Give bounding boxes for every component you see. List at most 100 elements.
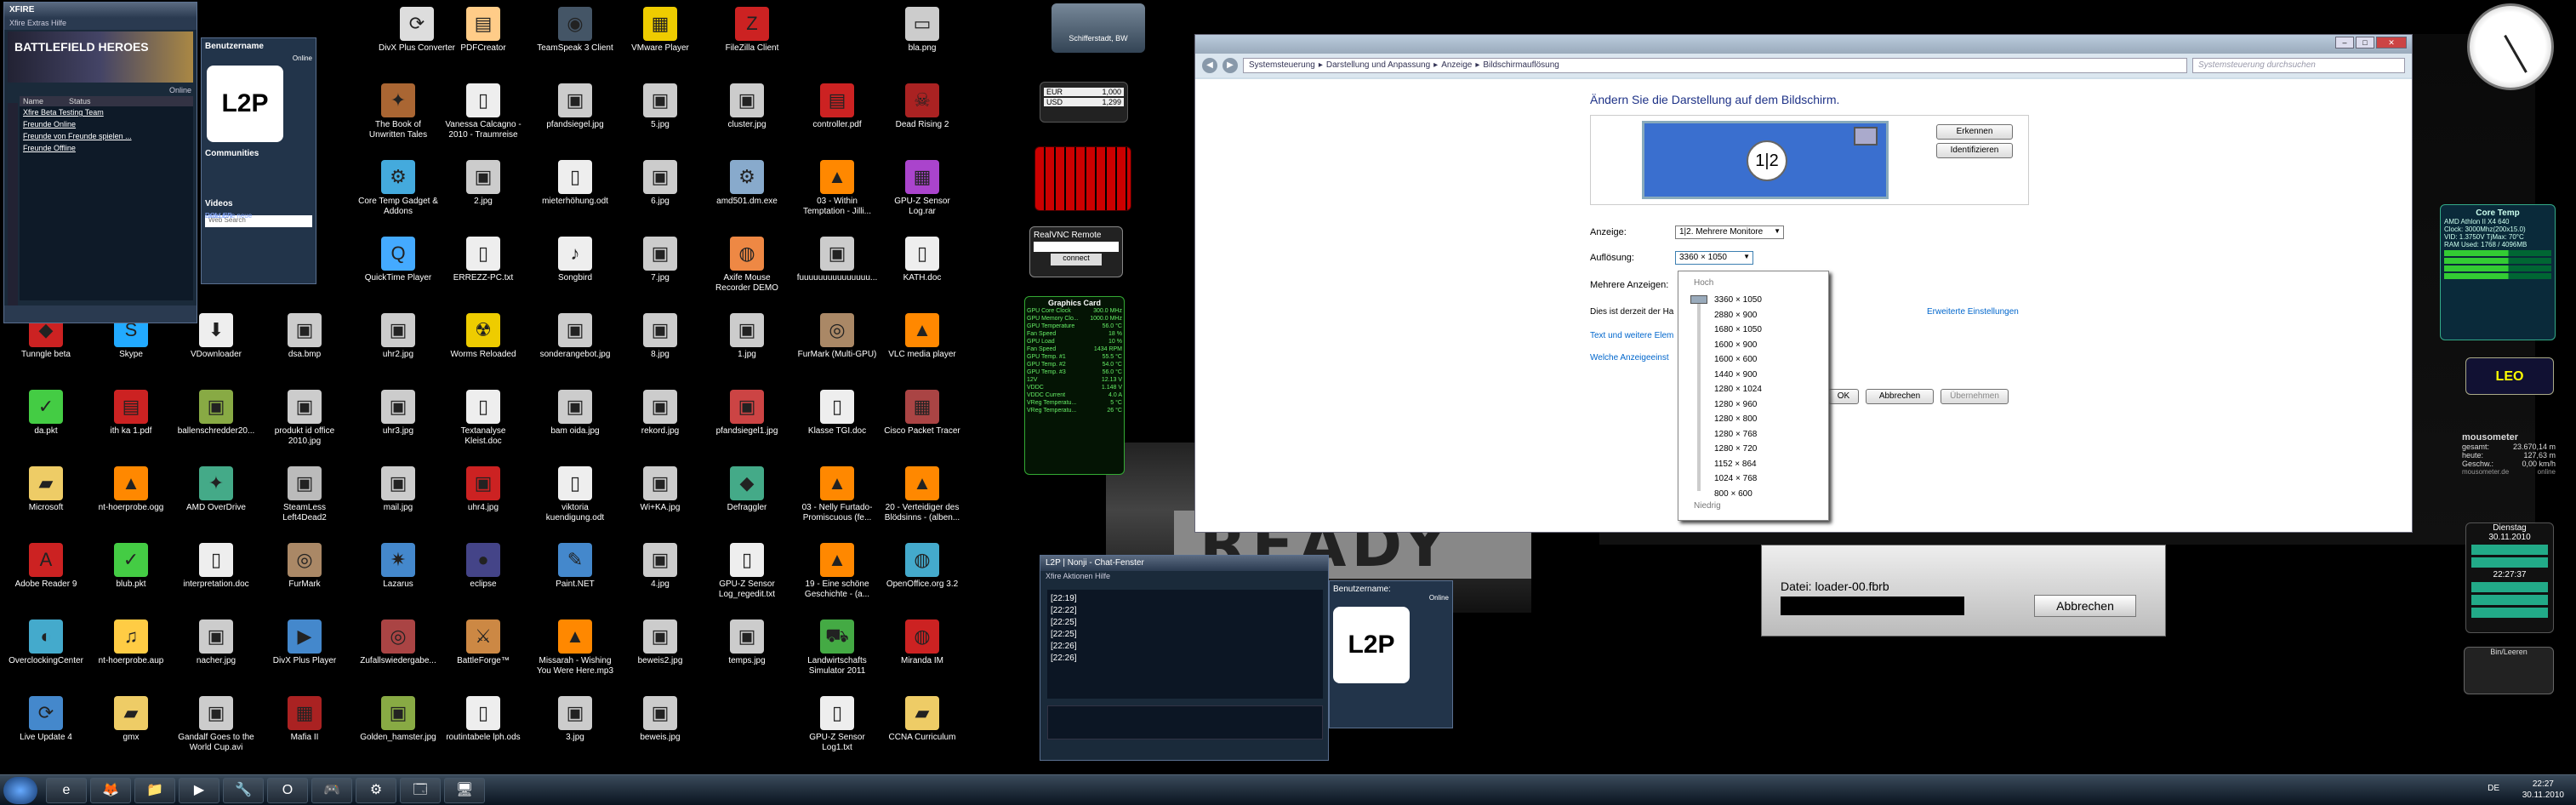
desktop-icon[interactable]: ▤ ith ka 1.pdf [90, 388, 172, 461]
desktop-icon[interactable]: ▯ KATH.doc [881, 235, 963, 308]
desktop-icon[interactable]: ▣ uhr2.jpg [357, 311, 439, 385]
desktop-icon[interactable]: ▯ GPU-Z Sensor Log_regedit.txt [706, 541, 788, 614]
download-cancel-button[interactable]: Abbrechen [2034, 595, 2136, 617]
desktop-icon[interactable]: ▯ viktoria kuendigung.odt [534, 465, 616, 538]
detect-button[interactable]: Erkennen [1936, 124, 2013, 140]
resolution-option[interactable]: 1280 × 960 [1714, 400, 1757, 409]
desktop-icon[interactable]: ◉ TeamSpeak 3 Client [534, 5, 616, 78]
desktop-icon[interactable]: ◎ FurMark [264, 541, 345, 614]
desktop-icon[interactable]: ▯ routintabele lph.ods [442, 694, 524, 768]
desktop-icon[interactable]: ▣ beweis2.jpg [619, 618, 701, 691]
desktop-icon[interactable]: ☢ Worms Reloaded [442, 311, 524, 385]
taskbar-button[interactable]: ⚙ [356, 778, 396, 803]
resolution-option[interactable]: 1600 × 900 [1714, 340, 1757, 350]
desktop-icon[interactable]: ✷ Lazarus [357, 541, 439, 614]
desktop-icon[interactable]: ▣ 2.jpg [442, 158, 524, 231]
desktop-icon[interactable]: ▣ Gandalf Goes to the World Cup.avi [175, 694, 257, 768]
monitor-secondary[interactable] [1854, 127, 1878, 146]
desktop-icon[interactable]: ▣ 5.jpg [619, 82, 701, 155]
cancel-button[interactable]: Abbrechen [1866, 389, 1934, 404]
forward-icon[interactable]: ▶ [1222, 58, 1238, 73]
maximize-button[interactable]: □ [2356, 37, 2374, 49]
recycle-bin-gadget[interactable]: Bin/Leeren [2464, 647, 2554, 694]
breadcrumb-item[interactable]: Darstellung und Anpassung [1326, 60, 1430, 71]
desktop-icon[interactable]: ⚙ Core Temp Gadget & Addons [357, 158, 439, 231]
col-name[interactable]: Name [23, 97, 43, 106]
taskbar-button[interactable]: 🎮 [311, 778, 352, 803]
resolution-option[interactable]: 1440 × 900 [1714, 370, 1757, 380]
desktop-icon[interactable]: ⚙ amd501.dm.exe [706, 158, 788, 231]
desktop-icon[interactable]: ☠ Dead Rising 2 [881, 82, 963, 155]
breadcrumb[interactable]: Systemsteuerung ▸ Darstellung und Anpassu… [1243, 58, 2187, 73]
resolution-option[interactable]: 800 × 600 [1714, 489, 1752, 499]
desktop-icon[interactable]: Z FileZilla Client [711, 5, 793, 78]
desktop-icon[interactable]: ▲ 20 - Verteidiger des Blödsinns - (alben… [881, 465, 963, 538]
chat-input[interactable] [1047, 705, 1323, 739]
desktop-icon[interactable]: ▣ bam oida.jpg [534, 388, 616, 461]
desktop-icon[interactable]: ✦ The Book of Unwritten Tales [357, 82, 439, 155]
list-item[interactable]: Freunde von Freunde spielen ... [20, 130, 193, 142]
taskbar-button[interactable]: 🦊 [90, 778, 131, 803]
desktop-icon[interactable]: ▣ sonderangebot.jpg [534, 311, 616, 385]
desktop-icon[interactable]: ◆ Defraggler [706, 465, 788, 538]
desktop-icon[interactable]: ▣ Golden_hamster.jpg [357, 694, 439, 768]
desktop-icon[interactable]: ▤ PDFCreator [442, 5, 524, 78]
monitor-graphic[interactable]: 1|2 [1642, 121, 1889, 199]
desktop-icon[interactable]: ▣ temps.jpg [706, 618, 788, 691]
resolution-option[interactable]: 1280 × 768 [1714, 430, 1757, 439]
clock-gadget[interactable] [2467, 3, 2554, 90]
desktop-icon[interactable]: ▯ mieterhöhung.odt [534, 158, 616, 231]
desktop-icon[interactable]: ▣ rekord.jpg [619, 388, 701, 461]
currency-gadget[interactable]: EUR 1,000 USD 1,299 [1040, 82, 1128, 123]
desktop-icon[interactable]: ▣ mail.jpg [357, 465, 439, 538]
chat-window[interactable]: L2P | Nonji - Chat-Fenster Xfire Aktione… [1040, 555, 1329, 761]
close-button[interactable]: ✕ [2376, 37, 2407, 49]
resolution-option[interactable]: 3360 × 1050 [1714, 295, 1762, 305]
vnc-host-input[interactable] [1034, 242, 1119, 252]
desktop-icon[interactable]: ▣ pfandsiegel.jpg [534, 82, 616, 155]
desktop-icon[interactable]: ♫ nt-hoerprobe.aup [90, 618, 172, 691]
desktop-icon[interactable]: ▣ cluster.jpg [706, 82, 788, 155]
desktop-icon[interactable]: ▦ GPU-Z Sensor Log.rar [881, 158, 963, 231]
desktop-icon[interactable]: ▣ 7.jpg [619, 235, 701, 308]
desktop-icon[interactable]: ✓ da.pkt [5, 388, 87, 461]
desktop-icon[interactable]: ▯ interpretation.doc [175, 541, 257, 614]
desktop-icon[interactable]: ▯ Textanalyse Kleist.doc [442, 388, 524, 461]
desktop-icon[interactable]: ▯ GPU-Z Sensor Log1.txt [796, 694, 878, 768]
taskbar-button[interactable]: O [267, 778, 308, 803]
list-item[interactable]: Xfire Beta Testing Team [20, 106, 193, 118]
vnc-gadget[interactable]: RealVNC Remote connect [1029, 226, 1123, 277]
desktop-icon[interactable]: ⛟ Landwirtschafts Simulator 2011 [796, 618, 878, 691]
search-input[interactable]: Systemsteuerung durchsuchen [2192, 58, 2405, 73]
desktop-icon[interactable]: ◎ Zufallswiedergabe... [357, 618, 439, 691]
col-status[interactable]: Status [69, 97, 91, 106]
resolution-option[interactable]: 1152 × 864 [1714, 460, 1757, 469]
desktop-icon[interactable]: Q QuickTime Player [357, 235, 439, 308]
desktop-icon[interactable]: ▲ nt-hoerprobe.ogg [90, 465, 172, 538]
xfire-status[interactable]: Online [4, 84, 197, 96]
taskbar-button[interactable]: 🔧 [223, 778, 264, 803]
taskbar-button[interactable]: 🖥 [444, 778, 485, 803]
desktop-icon[interactable]: ▣ beweis.jpg [619, 694, 701, 768]
desktop-icon[interactable]: ▣ Wi+KA.jpg [619, 465, 701, 538]
desktop-icon[interactable]: ▣ 6.jpg [619, 158, 701, 231]
leo-gadget[interactable]: LEO [2465, 357, 2554, 395]
resolution-option[interactable]: 2880 × 900 [1714, 311, 1757, 320]
xfire-menu[interactable]: Xfire Extras Hilfe [4, 18, 197, 30]
desktop-icon[interactable]: ▣ pfandsiegel1.jpg [706, 388, 788, 461]
start-button[interactable] [3, 777, 37, 804]
desktop-icon[interactable]: ▲ Missarah - Wishing You Were Here.mp3 [534, 618, 616, 691]
resolution-option[interactable]: 1280 × 1024 [1714, 385, 1762, 394]
desktop-icon[interactable]: ▣ nacher.jpg [175, 618, 257, 691]
desktop-icon[interactable]: ✓ blub.pkt [90, 541, 172, 614]
window-titlebar[interactable]: – □ ✕ [1195, 35, 2412, 54]
apply-button[interactable]: Übernehmen [1941, 389, 2009, 404]
desktop-icon[interactable]: ◍ Miranda IM [881, 618, 963, 691]
resolution-select[interactable]: 3360 × 1050 ▼ [1675, 251, 1753, 265]
desktop-icon[interactable]: ▣ produkt id office 2010.jpg [264, 388, 345, 461]
desktop-icon[interactable]: ▰ gmx [90, 694, 172, 768]
tray-language[interactable]: DE [2488, 784, 2499, 793]
desktop-icon[interactable]: ▣ fuuuuuuuuuuuuuuu... [796, 235, 878, 308]
advanced-settings-link[interactable]: Erweiterte Einstellungen [1927, 307, 2019, 317]
desktop-icon[interactable]: ◍ Axife Mouse Recorder DEMO [706, 235, 788, 308]
